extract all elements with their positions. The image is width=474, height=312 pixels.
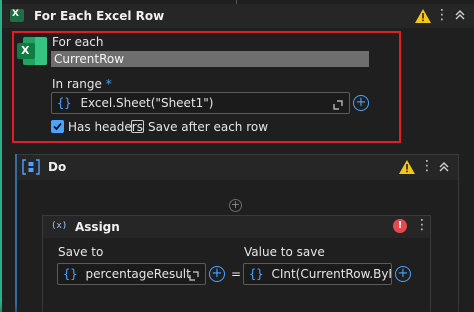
value-to-save-field[interactable]: {} CInt(CurrentRow.ByFie xyxy=(243,263,392,285)
more-options-icon[interactable]: ⋮ xyxy=(415,218,429,232)
equals-sign: = xyxy=(231,267,242,281)
collapse-icon[interactable] xyxy=(454,9,466,24)
assign-icon: (x) xyxy=(51,221,68,231)
excel-icon: X xyxy=(17,37,47,65)
add-save-to-button[interactable]: + xyxy=(209,266,225,282)
save-after-label: Save after each row xyxy=(148,120,269,134)
error-icon[interactable]: ! xyxy=(393,219,407,233)
do-header[interactable]: Do ⋮ xyxy=(17,155,458,180)
more-options-icon[interactable]: ⋮ xyxy=(435,8,449,22)
expression-icon: {} xyxy=(57,96,72,110)
expression-icon: {} xyxy=(63,267,78,281)
add-value-button[interactable]: + xyxy=(395,266,411,282)
in-range-field[interactable]: {} Excel.Sheet("Sheet1") xyxy=(51,92,350,114)
value-to-save-value: CInt(CurrentRow.ByFie xyxy=(271,267,392,281)
for-each-label: For each xyxy=(52,35,104,49)
do-icon xyxy=(22,159,40,175)
collapse-icon[interactable] xyxy=(438,161,450,176)
assign-title: Assign xyxy=(75,220,120,234)
for-each-field[interactable]: CurrentRow xyxy=(51,51,369,67)
excel-small-icon: X xyxy=(10,9,24,22)
add-activity-button[interactable]: + xyxy=(229,199,242,212)
for-each-value: CurrentRow xyxy=(54,52,125,66)
has-headers-checkbox[interactable] xyxy=(51,120,64,133)
do-title: Do xyxy=(48,160,67,174)
left-rail xyxy=(0,0,2,312)
expand-icon[interactable] xyxy=(189,270,199,281)
in-range-label: In range * xyxy=(52,77,112,91)
more-options-icon[interactable]: ⋮ xyxy=(420,159,434,173)
value-to-save-label: Value to save xyxy=(244,245,325,259)
in-range-value: Excel.Sheet("Sheet1") xyxy=(80,96,214,110)
expand-icon[interactable] xyxy=(333,99,343,110)
save-after-checkbox[interactable] xyxy=(131,120,144,133)
expression-icon: {} xyxy=(249,267,264,281)
add-range-button[interactable]: + xyxy=(353,95,369,111)
required-mark: * xyxy=(105,77,112,91)
save-to-label: Save to xyxy=(58,245,104,259)
save-to-value: percentageResult xyxy=(85,267,191,281)
assign-header[interactable]: (x) Assign ! ⋮ xyxy=(43,216,430,238)
warning-icon[interactable] xyxy=(415,9,431,23)
bottom-fade xyxy=(0,302,474,312)
outer-header[interactable]: X For Each Excel Row ⋮ xyxy=(2,4,474,28)
outer-title: For Each Excel Row xyxy=(34,9,165,23)
save-to-field[interactable]: {} percentageResult xyxy=(57,263,206,285)
warning-icon[interactable] xyxy=(399,160,415,174)
